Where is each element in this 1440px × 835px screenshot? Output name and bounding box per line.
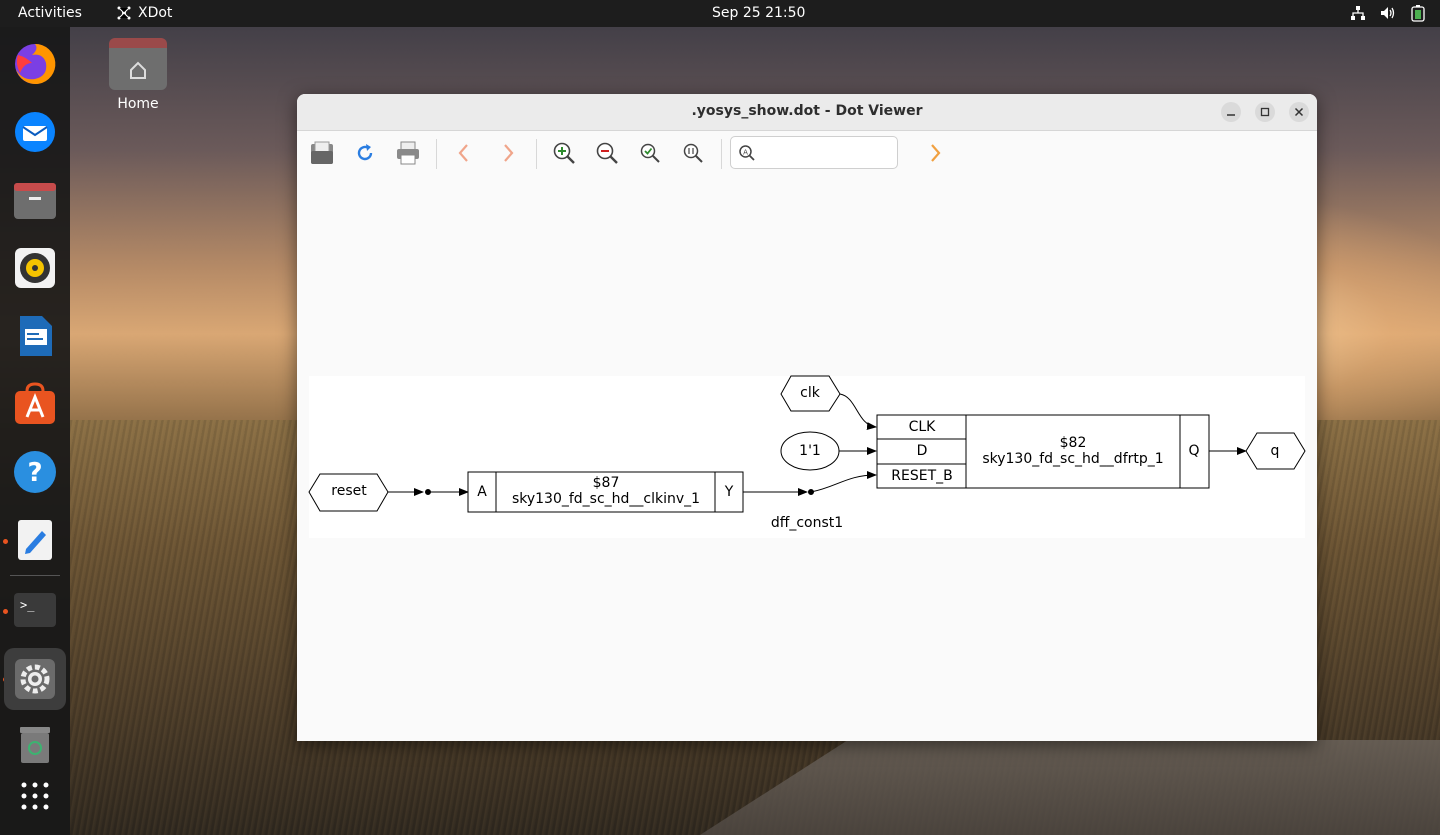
dff-port-clk: CLK <box>909 419 937 435</box>
desktop-home-icon[interactable]: Home <box>104 38 172 112</box>
node-clk-label: clk <box>800 385 821 401</box>
firefox-icon[interactable] <box>11 40 59 88</box>
app-name: XDot <box>138 5 173 21</box>
dff-port-q: Q <box>1188 443 1199 459</box>
toolbar: A <box>297 131 1317 175</box>
dock: ? >_ <box>0 27 70 835</box>
inv-cell-type: sky130_fd_sc_hd__clkinv_1 <box>512 491 700 507</box>
close-icon <box>1294 107 1304 117</box>
node-const[interactable]: 1'1 <box>780 431 840 471</box>
zoom-in-button[interactable] <box>550 139 578 167</box>
print-icon <box>397 141 419 165</box>
node-q-label: q <box>1271 443 1280 459</box>
node-reset[interactable]: reset <box>308 473 389 512</box>
node-const-label: 1'1 <box>799 443 821 459</box>
clock[interactable]: Sep 25 21:50 <box>712 5 805 21</box>
home-folder-icon <box>109 38 167 90</box>
svg-text:A: A <box>743 149 748 157</box>
zoom-fit-button[interactable] <box>636 139 664 167</box>
reload-button[interactable] <box>351 139 379 167</box>
top-bar: Activities XDot Sep 25 21:50 <box>0 0 1440 27</box>
volume-icon <box>1381 7 1395 19</box>
node-reset-label: reset <box>331 483 367 499</box>
app-menu[interactable]: XDot <box>116 5 172 21</box>
search-icon: A <box>739 145 755 161</box>
maximize-icon <box>1260 107 1270 117</box>
show-apps-icon[interactable] <box>11 772 59 820</box>
chevron-right-icon <box>931 144 941 162</box>
reload-icon <box>357 144 373 161</box>
dff-port-reset-b: RESET_B <box>891 468 952 484</box>
system-tray[interactable] <box>1350 4 1426 22</box>
svg-text:?: ? <box>27 458 42 488</box>
graph-canvas[interactable]: reset A $87 sky130_fd_sc_hd__clkinv_1 Y … <box>297 175 1317 741</box>
node-inverter-cell[interactable]: A $87 sky130_fd_sc_hd__clkinv_1 Y <box>467 471 744 513</box>
zoom-100-button[interactable] <box>679 139 707 167</box>
activities-button[interactable]: Activities <box>18 5 82 21</box>
trash-icon[interactable] <box>11 720 59 768</box>
running-indicator <box>3 539 8 544</box>
node-clk[interactable]: clk <box>780 375 841 412</box>
libreoffice-writer-icon[interactable] <box>11 312 59 360</box>
title-bar[interactable]: .yosys_show.dot - Dot Viewer <box>297 94 1317 131</box>
forward-button[interactable] <box>494 139 522 167</box>
inv-port-a: A <box>477 484 487 500</box>
running-indicator <box>3 609 8 614</box>
search-input[interactable] <box>759 143 891 163</box>
help-icon[interactable]: ? <box>11 448 59 496</box>
dff-port-d: D <box>917 443 928 459</box>
zoom-in-icon <box>553 142 575 164</box>
maximize-button[interactable] <box>1255 102 1275 122</box>
print-button[interactable] <box>394 139 422 167</box>
thunderbird-icon[interactable] <box>11 108 59 156</box>
zoom-out-button[interactable] <box>593 139 621 167</box>
minimize-button[interactable] <box>1221 102 1241 122</box>
inv-cell-id: $87 <box>593 475 620 491</box>
edge-clk-to-dff <box>839 393 877 431</box>
dock-separator <box>10 575 60 576</box>
minimize-icon <box>1227 114 1235 116</box>
search-box[interactable]: A <box>730 136 898 169</box>
graph-svg: reset A $87 sky130_fd_sc_hd__clkinv_1 Y … <box>308 375 1306 531</box>
node-q[interactable]: q <box>1245 432 1306 470</box>
node-dff-cell[interactable]: CLK D RESET_B $82 sky130_fd_sc_hd__dfrtp… <box>876 414 1210 489</box>
close-button[interactable] <box>1289 102 1309 122</box>
zoom-out-icon <box>596 142 618 164</box>
chevron-left-icon <box>458 144 468 162</box>
files-icon[interactable] <box>11 176 59 224</box>
back-button[interactable] <box>450 139 478 167</box>
toolbar-separator <box>436 139 437 169</box>
open-file-icon <box>311 141 333 164</box>
wire-label-dff-const1: dff_const1 <box>771 515 843 531</box>
dff-cell-id: $82 <box>1060 435 1087 451</box>
dot-viewer-window: .yosys_show.dot - Dot Viewer A reset A $… <box>297 94 1317 741</box>
dff-cell-type: sky130_fd_sc_hd__dfrtp_1 <box>982 451 1163 467</box>
text-editor-icon[interactable] <box>11 516 59 564</box>
home-label: Home <box>117 96 159 112</box>
terminal-icon[interactable]: >_ <box>11 586 59 634</box>
rhythmbox-icon[interactable] <box>11 244 59 292</box>
toolbar-separator <box>536 139 537 169</box>
settings-icon[interactable] <box>4 648 66 710</box>
app-center-icon[interactable] <box>11 380 59 428</box>
inv-port-y: Y <box>724 484 734 500</box>
battery-icon <box>1411 5 1425 22</box>
zoom-original-icon <box>683 143 703 163</box>
toolbar-separator <box>721 139 722 169</box>
xdot-icon <box>117 6 131 20</box>
chevron-right-icon <box>504 144 514 162</box>
open-button[interactable] <box>308 139 336 167</box>
svg-text:>_: >_ <box>20 598 35 612</box>
zoom-fit-icon <box>640 143 660 163</box>
edge-to-reset-b <box>810 471 877 493</box>
window-title: .yosys_show.dot - Dot Viewer <box>691 103 923 119</box>
network-icon <box>1351 6 1365 20</box>
find-next-button[interactable] <box>921 139 949 167</box>
